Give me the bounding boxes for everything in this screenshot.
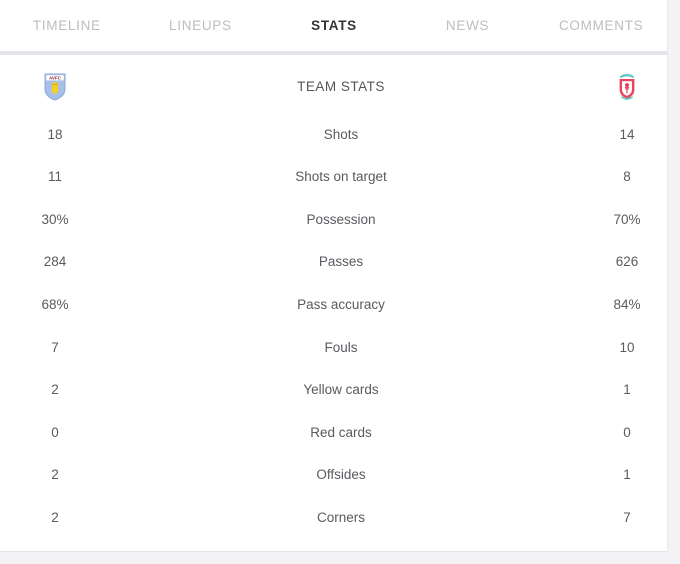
home-value: 68% [41,296,69,312]
home-value: 11 [47,169,62,185]
home-value: 284 [43,254,67,270]
table-row: 11 Shots on target 8 [0,156,668,199]
table-row: 7 Fouls 10 [0,326,668,369]
stat-label: Pass accuracy [297,296,385,312]
away-value: 7 [623,509,631,525]
svg-text:AVFC: AVFC [49,76,61,81]
home-team-badge-cell: AVFC [0,73,125,101]
table-row: 2 Offsides 1 [0,454,668,497]
table-row: 0 Red cards 0 [0,411,668,454]
stat-label: Possession [306,211,376,227]
away-value: 1 [623,467,631,483]
tab-comments[interactable]: COMMENTS [534,19,668,33]
tab-stats[interactable]: STATS [267,19,401,33]
match-stats-page: TIMELINE LINEUPS STATS NEWS COMMENTS AVF… [0,0,680,564]
stat-label: Fouls [324,339,358,355]
away-value: 10 [619,339,635,355]
home-value: 30% [41,211,69,227]
tab-bar-card: TIMELINE LINEUPS STATS NEWS COMMENTS [0,0,668,51]
tab-news[interactable]: NEWS [401,19,535,33]
stat-label: Shots on target [295,169,387,185]
table-row: 18 Shots 14 [0,113,668,156]
away-team-badge-cell [557,73,680,101]
table-row: 68% Pass accuracy 84% [0,283,668,326]
stat-label: Passes [318,254,364,270]
tab-timeline[interactable]: TIMELINE [0,19,134,33]
table-row: 30% Possession 70% [0,198,668,241]
stat-label: Corners [316,509,365,525]
liverpool-badge [619,74,635,100]
table-row: 2 Yellow cards 1 [0,369,668,412]
stat-label: Red cards [310,424,372,440]
away-value: 84% [613,296,641,312]
away-value: 626 [615,254,639,270]
aston-villa-badge: AVFC [44,73,66,101]
table-row: 284 Passes 626 [0,241,668,284]
home-value: 2 [51,467,59,483]
away-value: 1 [623,382,631,398]
home-value: 0 [51,424,59,440]
away-value: 14 [619,126,635,142]
home-value: 7 [51,339,59,355]
away-value: 0 [623,424,631,440]
tab-bar: TIMELINE LINEUPS STATS NEWS COMMENTS [0,0,668,51]
stat-label: Yellow cards [303,382,379,398]
team-stats-header-row: AVFC TEAM STATS [0,55,668,113]
team-stats-title: TEAM STATS [297,79,385,95]
table-row: 2 Corners 7 [0,496,668,539]
tab-lineups[interactable]: LINEUPS [134,19,268,33]
home-value: 18 [47,126,63,142]
stat-label: Offsides [316,467,366,483]
away-value: 8 [623,169,631,185]
home-value: 2 [51,509,59,525]
away-value: 70% [613,211,641,227]
home-value: 2 [51,382,59,398]
stat-label: Shots [323,126,359,142]
team-stats-card: AVFC TEAM STATS 18 Shots 14 11 Shots on … [0,55,668,552]
